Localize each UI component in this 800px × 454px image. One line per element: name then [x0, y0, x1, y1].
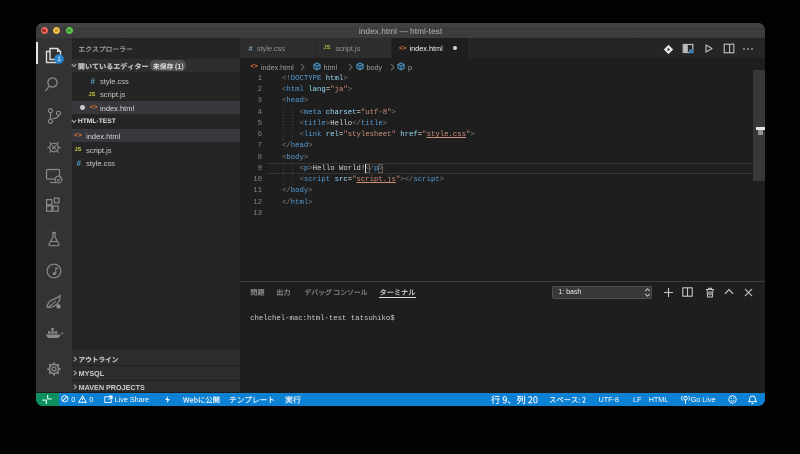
svg-text:1: 1 [57, 56, 61, 63]
